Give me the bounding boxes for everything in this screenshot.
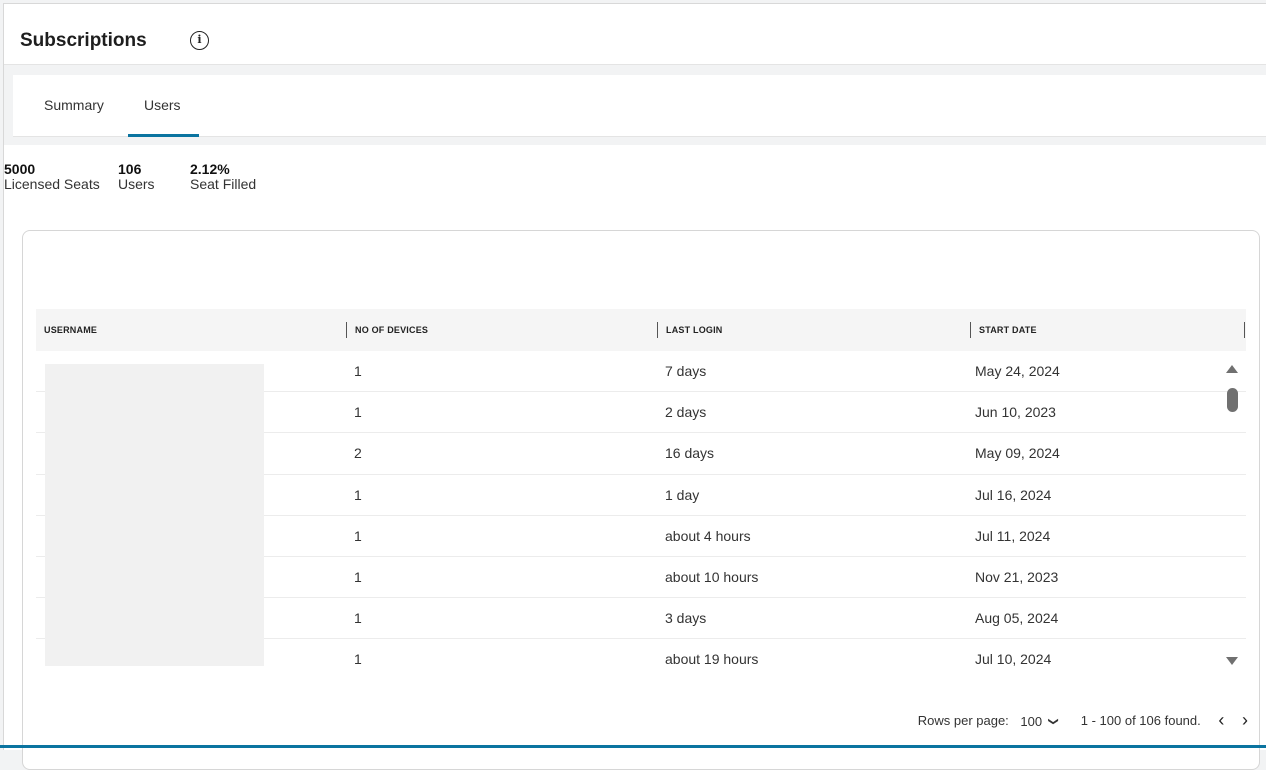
stat-value: 2.12% bbox=[190, 161, 230, 177]
stat-label: Licensed Seats bbox=[4, 176, 100, 192]
devices-cell: 1 bbox=[354, 527, 362, 544]
last-login-cell: 3 days bbox=[665, 610, 707, 627]
stat-seat-filled: 2.12% Seat Filled bbox=[190, 162, 256, 192]
column-resize-handle[interactable] bbox=[1244, 322, 1253, 338]
devices-cell: 1 bbox=[354, 651, 362, 668]
devices-cell: 1 bbox=[354, 610, 362, 627]
rows-per-page-label: Rows per page: bbox=[917, 713, 1009, 728]
table-header: USERNAME NO OF DEVICES LAST LOGIN START … bbox=[36, 309, 1246, 351]
start-date-cell: Aug 05, 2024 bbox=[975, 610, 1059, 627]
start-date-cell: May 24, 2024 bbox=[975, 363, 1060, 379]
start-date-cell: Jul 10, 2024 bbox=[975, 651, 1052, 668]
start-date-cell: May 09, 2024 bbox=[975, 445, 1060, 462]
scroll-down-arrow-icon[interactable] bbox=[1226, 657, 1238, 665]
devices-cell: 1 bbox=[354, 568, 362, 585]
last-login-cell: 1 day bbox=[665, 486, 700, 503]
column-header-last-login[interactable]: LAST LOGIN bbox=[657, 322, 723, 338]
start-date-cell: Jul 16, 2024 bbox=[975, 486, 1052, 503]
tab-bar: Summary Users bbox=[13, 75, 1266, 137]
info-icon[interactable]: i bbox=[190, 31, 209, 50]
last-login-cell: 2 days bbox=[665, 404, 707, 421]
last-login-cell: 7 days bbox=[665, 363, 707, 379]
users-table: USERNAME NO OF DEVICES LAST LOGIN START … bbox=[36, 309, 1246, 678]
devices-cell: 1 bbox=[354, 363, 362, 379]
stat-label: Users bbox=[118, 176, 155, 192]
redacted-username-block bbox=[45, 364, 264, 666]
page-title: Subscriptions bbox=[20, 30, 147, 51]
users-panel: 5000 Licensed Seats 106 Users 2.12% Seat… bbox=[4, 145, 1266, 770]
stat-licensed-seats: 5000 Licensed Seats bbox=[4, 162, 100, 192]
start-date-cell: Nov 21, 2023 bbox=[975, 568, 1059, 585]
previous-page-icon[interactable]: ‹ bbox=[1218, 710, 1224, 731]
stat-value: 5000 bbox=[4, 161, 36, 177]
tab-summary[interactable]: Summary bbox=[44, 97, 104, 113]
next-page-icon[interactable]: › bbox=[1242, 710, 1248, 731]
scroll-up-arrow-icon[interactable] bbox=[1226, 365, 1238, 373]
stat-label: Seat Filled bbox=[190, 176, 257, 192]
column-header-username[interactable]: USERNAME bbox=[44, 309, 97, 351]
start-date-cell: Jun 10, 2023 bbox=[975, 404, 1056, 421]
stat-value: 106 bbox=[118, 161, 142, 177]
devices-cell: 2 bbox=[354, 445, 362, 462]
column-header-start-date[interactable]: START DATE bbox=[970, 322, 1037, 338]
bottom-accent-bar bbox=[0, 745, 1266, 748]
devices-cell: 1 bbox=[354, 404, 362, 421]
last-login-cell: 16 days bbox=[665, 445, 715, 462]
last-login-cell: about 10 hours bbox=[665, 568, 759, 585]
pagination: Rows per page: 100 ❯ 1 - 100 of 106 foun… bbox=[918, 710, 1248, 731]
tab-users[interactable]: Users bbox=[144, 97, 181, 113]
users-table-card: USERNAME NO OF DEVICES LAST LOGIN START … bbox=[22, 230, 1260, 770]
stat-users: 106 Users bbox=[118, 162, 155, 192]
rows-per-page-select[interactable]: 100 ❯ bbox=[1020, 712, 1059, 729]
rows-per-page-value: 100 bbox=[1020, 713, 1043, 729]
table-body[interactable]: 1 7 days May 24, 2024 1 2 days Jun 10, 2… bbox=[36, 351, 1246, 678]
chevron-down-icon: ❯ bbox=[1047, 716, 1059, 726]
devices-cell: 1 bbox=[354, 486, 362, 503]
page-header: Subscriptions i bbox=[4, 4, 1266, 65]
last-login-cell: about 19 hours bbox=[665, 651, 759, 668]
column-header-devices[interactable]: NO OF DEVICES bbox=[346, 322, 428, 338]
page-range-text: 1 - 100 of 106 found. bbox=[1080, 713, 1201, 728]
start-date-cell: Jul 11, 2024 bbox=[975, 527, 1051, 544]
active-tab-indicator bbox=[128, 134, 199, 137]
scrollbar-thumb[interactable] bbox=[1227, 388, 1238, 412]
last-login-cell: about 4 hours bbox=[665, 527, 751, 544]
